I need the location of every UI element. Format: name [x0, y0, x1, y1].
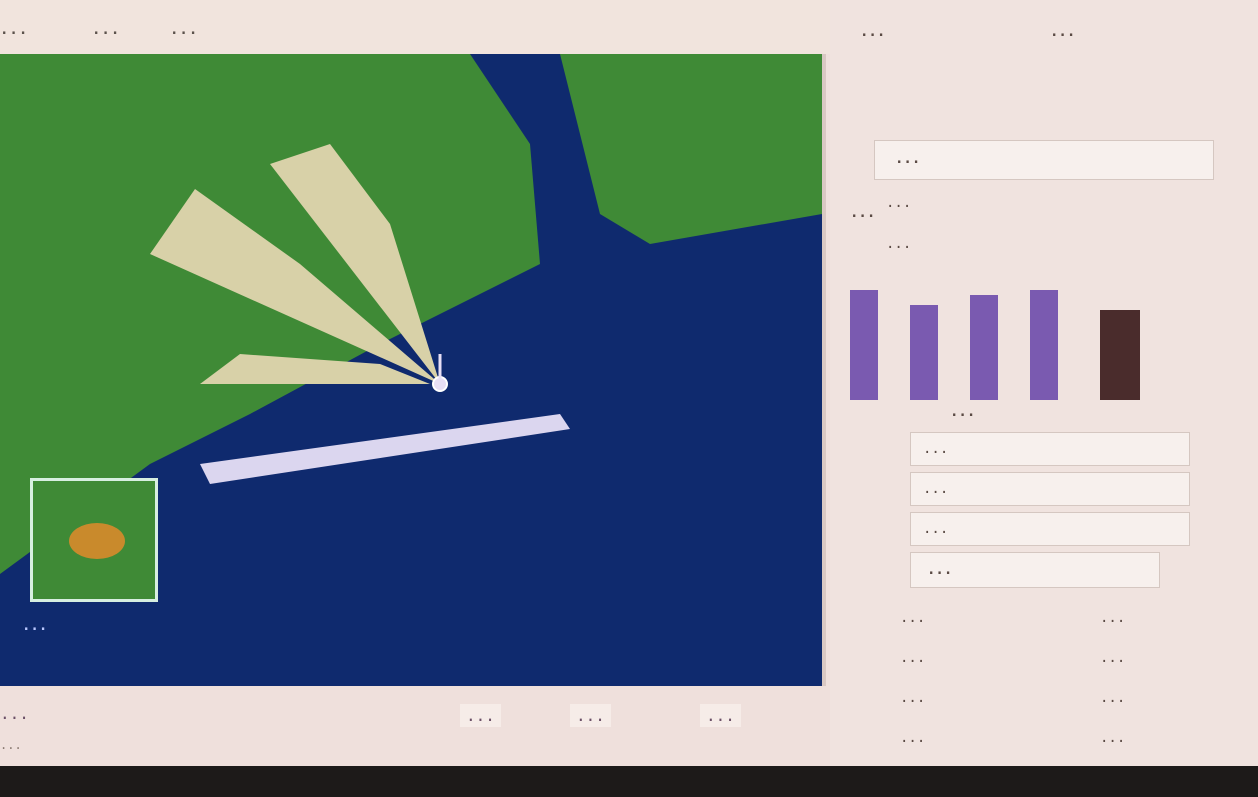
table-left-2: ... [900, 650, 926, 666]
table-left-4: ... [900, 730, 926, 746]
menu-bar: ... ... ... [0, 0, 830, 54]
menu-item-2[interactable]: ... [92, 22, 120, 38]
button-1[interactable]: ... [910, 432, 1190, 466]
table-right-3: ... [1100, 690, 1126, 706]
sidebar: ... ... ... ... ... ... ... ... ... ... … [830, 0, 1258, 766]
table-left-1: ... [900, 610, 926, 626]
fire-button[interactable]: ... [910, 552, 1160, 588]
bar-4 [1030, 290, 1058, 400]
tactical-map[interactable]: ... [0, 54, 826, 686]
table-right-1: ... [1100, 610, 1126, 626]
table-right-2: ... [1100, 650, 1126, 666]
unit-icon [69, 523, 125, 559]
bar-1 [850, 290, 878, 400]
sidebar-line-2: ... [886, 236, 912, 252]
table-left-3: ... [900, 690, 926, 706]
button-3-label: ... [923, 521, 949, 537]
status-field-2[interactable]: ... [570, 704, 611, 727]
selected-unit-thumbnail[interactable] [30, 478, 158, 602]
table-right-4: ... [1100, 730, 1126, 746]
button-1-label: ... [923, 441, 949, 457]
section-box: ... [874, 140, 1214, 180]
status-text: ... [0, 704, 29, 723]
bars-title: ... [950, 404, 976, 420]
status-field-1[interactable]: ... [460, 704, 501, 727]
sidebar-line-1: ... [886, 195, 912, 211]
button-3[interactable]: ... [910, 512, 1190, 546]
land-mass-right [560, 54, 822, 244]
unit-label: ... [22, 618, 48, 634]
bottom-bar [0, 766, 1258, 797]
header-left: ... [860, 24, 886, 40]
button-2-label: ... [923, 481, 949, 497]
header-right: ... [1050, 24, 1076, 40]
mode-label: ... [850, 205, 876, 221]
fire-label: ... [927, 562, 953, 578]
bar-2 [910, 305, 938, 400]
selection-area [200, 414, 570, 484]
bar-chart [850, 270, 1238, 400]
section-title: ... [895, 151, 921, 167]
menu-item-3[interactable]: ... [170, 22, 198, 38]
menu-item-1[interactable]: ... [0, 22, 28, 38]
status-subtext: ... [0, 738, 22, 752]
status-field-3[interactable]: ... [700, 704, 741, 727]
button-2[interactable]: ... [910, 472, 1190, 506]
bar-5 [1100, 310, 1140, 400]
bar-3 [970, 295, 998, 400]
status-area: ... ... ... ... ... [0, 686, 830, 766]
